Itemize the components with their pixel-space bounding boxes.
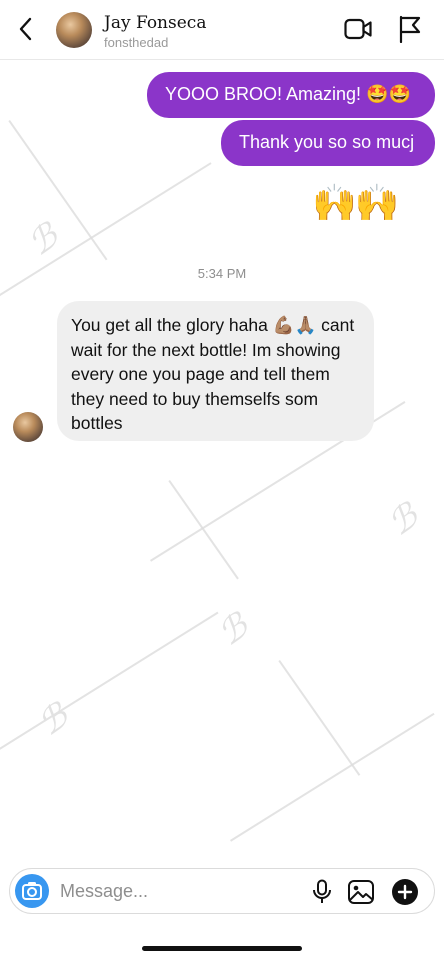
watermark-line [230,712,435,842]
outgoing-message[interactable]: YOOO BROO! Amazing! 🤩🤩 [147,72,435,118]
contact-name[interactable]: Jay Fonseca [104,13,206,33]
message-timestamp: 5:34 PM [197,266,247,281]
microphone-icon [313,879,331,903]
gallery-button[interactable] [347,879,375,905]
chat-header: Jay Fonseca fonsthedad [0,0,444,60]
video-camera-icon [344,18,372,40]
report-button[interactable] [398,15,422,44]
incoming-message[interactable]: You get all the glory haha 💪🏽🙏🏽 cant wai… [57,301,374,441]
home-indicator [142,946,302,951]
camera-icon [22,882,42,900]
contact-avatar[interactable] [56,12,92,48]
contact-handle[interactable]: fonsthedad [104,35,168,50]
video-call-button[interactable] [344,17,372,41]
back-button[interactable] [14,14,40,44]
flag-icon [399,15,421,44]
image-icon [348,880,374,904]
voice-message-button[interactable] [311,879,333,905]
watermark-logo: ℬ [380,495,426,545]
sender-avatar[interactable] [13,412,43,442]
message-composer [9,868,435,914]
watermark-line [168,480,239,580]
message-input[interactable] [60,875,300,907]
watermark-line [278,660,361,776]
add-content-button[interactable] [391,878,419,906]
chevron-left-icon [19,17,32,41]
camera-button[interactable] [15,874,49,908]
plus-circle-icon [392,879,418,905]
watermark-line [0,611,219,762]
outgoing-message[interactable]: Thank you so so mucj [221,120,435,166]
outgoing-emoji-message[interactable]: 🙌🙌 [312,182,400,224]
